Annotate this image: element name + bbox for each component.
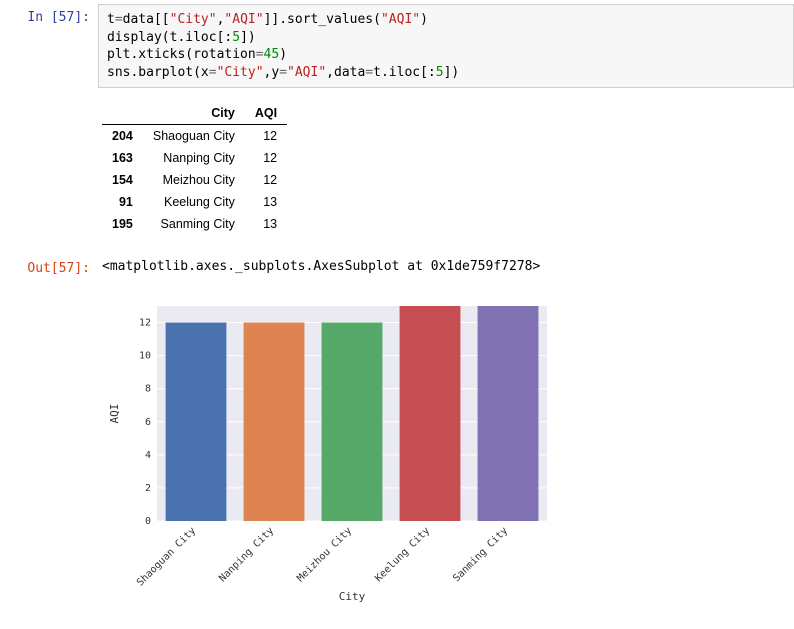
in-prompt: In [57]: [0,4,98,88]
repr-text: <matplotlib.axes._subplots.AxesSubplot a… [98,255,794,278]
dataframe-output: City AQI 204Shaoguan City12163Nanping Ci… [98,96,794,247]
bar [244,323,305,521]
x-tick-label: Shaoguan City [135,526,198,589]
cell-aqi: 13 [245,191,287,213]
bar [322,323,383,521]
chart-output-cell: 0 2 4 6 8 10 12 Shaoguan City Nanping City Meizho… [0,282,794,614]
x-tick-label: Keelung City [373,526,432,585]
cell-aqi: 12 [245,169,287,191]
table-header-row: City AQI [102,102,287,125]
input-cell: In [57]: t=data[["City","AQI"]].sort_val… [0,0,794,92]
table-row: 195Sanming City13 [102,213,287,235]
x-tick-label: Nanping City [217,526,276,585]
col-index [102,102,143,125]
x-axis-label: City [339,590,366,603]
blank-prompt-2 [0,286,98,610]
repr-output-cell: Out[57]: <matplotlib.axes._subplots.Axes… [0,251,794,282]
bar [166,323,227,521]
row-index: 154 [102,169,143,191]
blank-prompt [0,96,98,247]
cell-city: Shaoguan City [143,125,245,148]
y-tick-label: 0 [145,516,151,527]
table-row: 154Meizhou City12 [102,169,287,191]
row-index: 163 [102,147,143,169]
col-aqi: AQI [245,102,287,125]
table-row: 204Shaoguan City12 [102,125,287,148]
cell-city: Nanping City [143,147,245,169]
row-index: 195 [102,213,143,235]
dataframe-output-cell: City AQI 204Shaoguan City12163Nanping Ci… [0,92,794,251]
cell-city: Sanming City [143,213,245,235]
cell-aqi: 13 [245,213,287,235]
y-tick-label: 8 [145,384,151,395]
x-tick-label: Sanming City [451,526,510,585]
cell-aqi: 12 [245,147,287,169]
y-tick-label: 12 [139,318,151,329]
bar [478,306,539,521]
x-tick-label: Meizhou City [295,526,354,585]
cell-city: Keelung City [143,191,245,213]
bar [400,306,461,521]
y-axis-label: AQI [108,404,121,424]
col-city: City [143,102,245,125]
row-index: 91 [102,191,143,213]
out-prompt: Out[57]: [0,255,98,278]
y-tick-label: 6 [145,417,151,428]
code-input[interactable]: t=data[["City","AQI"]].sort_values("AQI"… [98,4,794,88]
y-tick-label: 2 [145,483,151,494]
cell-city: Meizhou City [143,169,245,191]
table-row: 163Nanping City12 [102,147,287,169]
barplot: 0 2 4 6 8 10 12 Shaoguan City Nanping City Meizho… [102,296,562,606]
table-row: 91Keelung City13 [102,191,287,213]
chart-output: 0 2 4 6 8 10 12 Shaoguan City Nanping City Meizho… [98,292,794,610]
y-tick-label: 10 [139,351,151,362]
cell-aqi: 12 [245,125,287,148]
row-index: 204 [102,125,143,148]
dataframe-table: City AQI 204Shaoguan City12163Nanping Ci… [102,102,287,235]
y-tick-label: 4 [145,450,151,461]
